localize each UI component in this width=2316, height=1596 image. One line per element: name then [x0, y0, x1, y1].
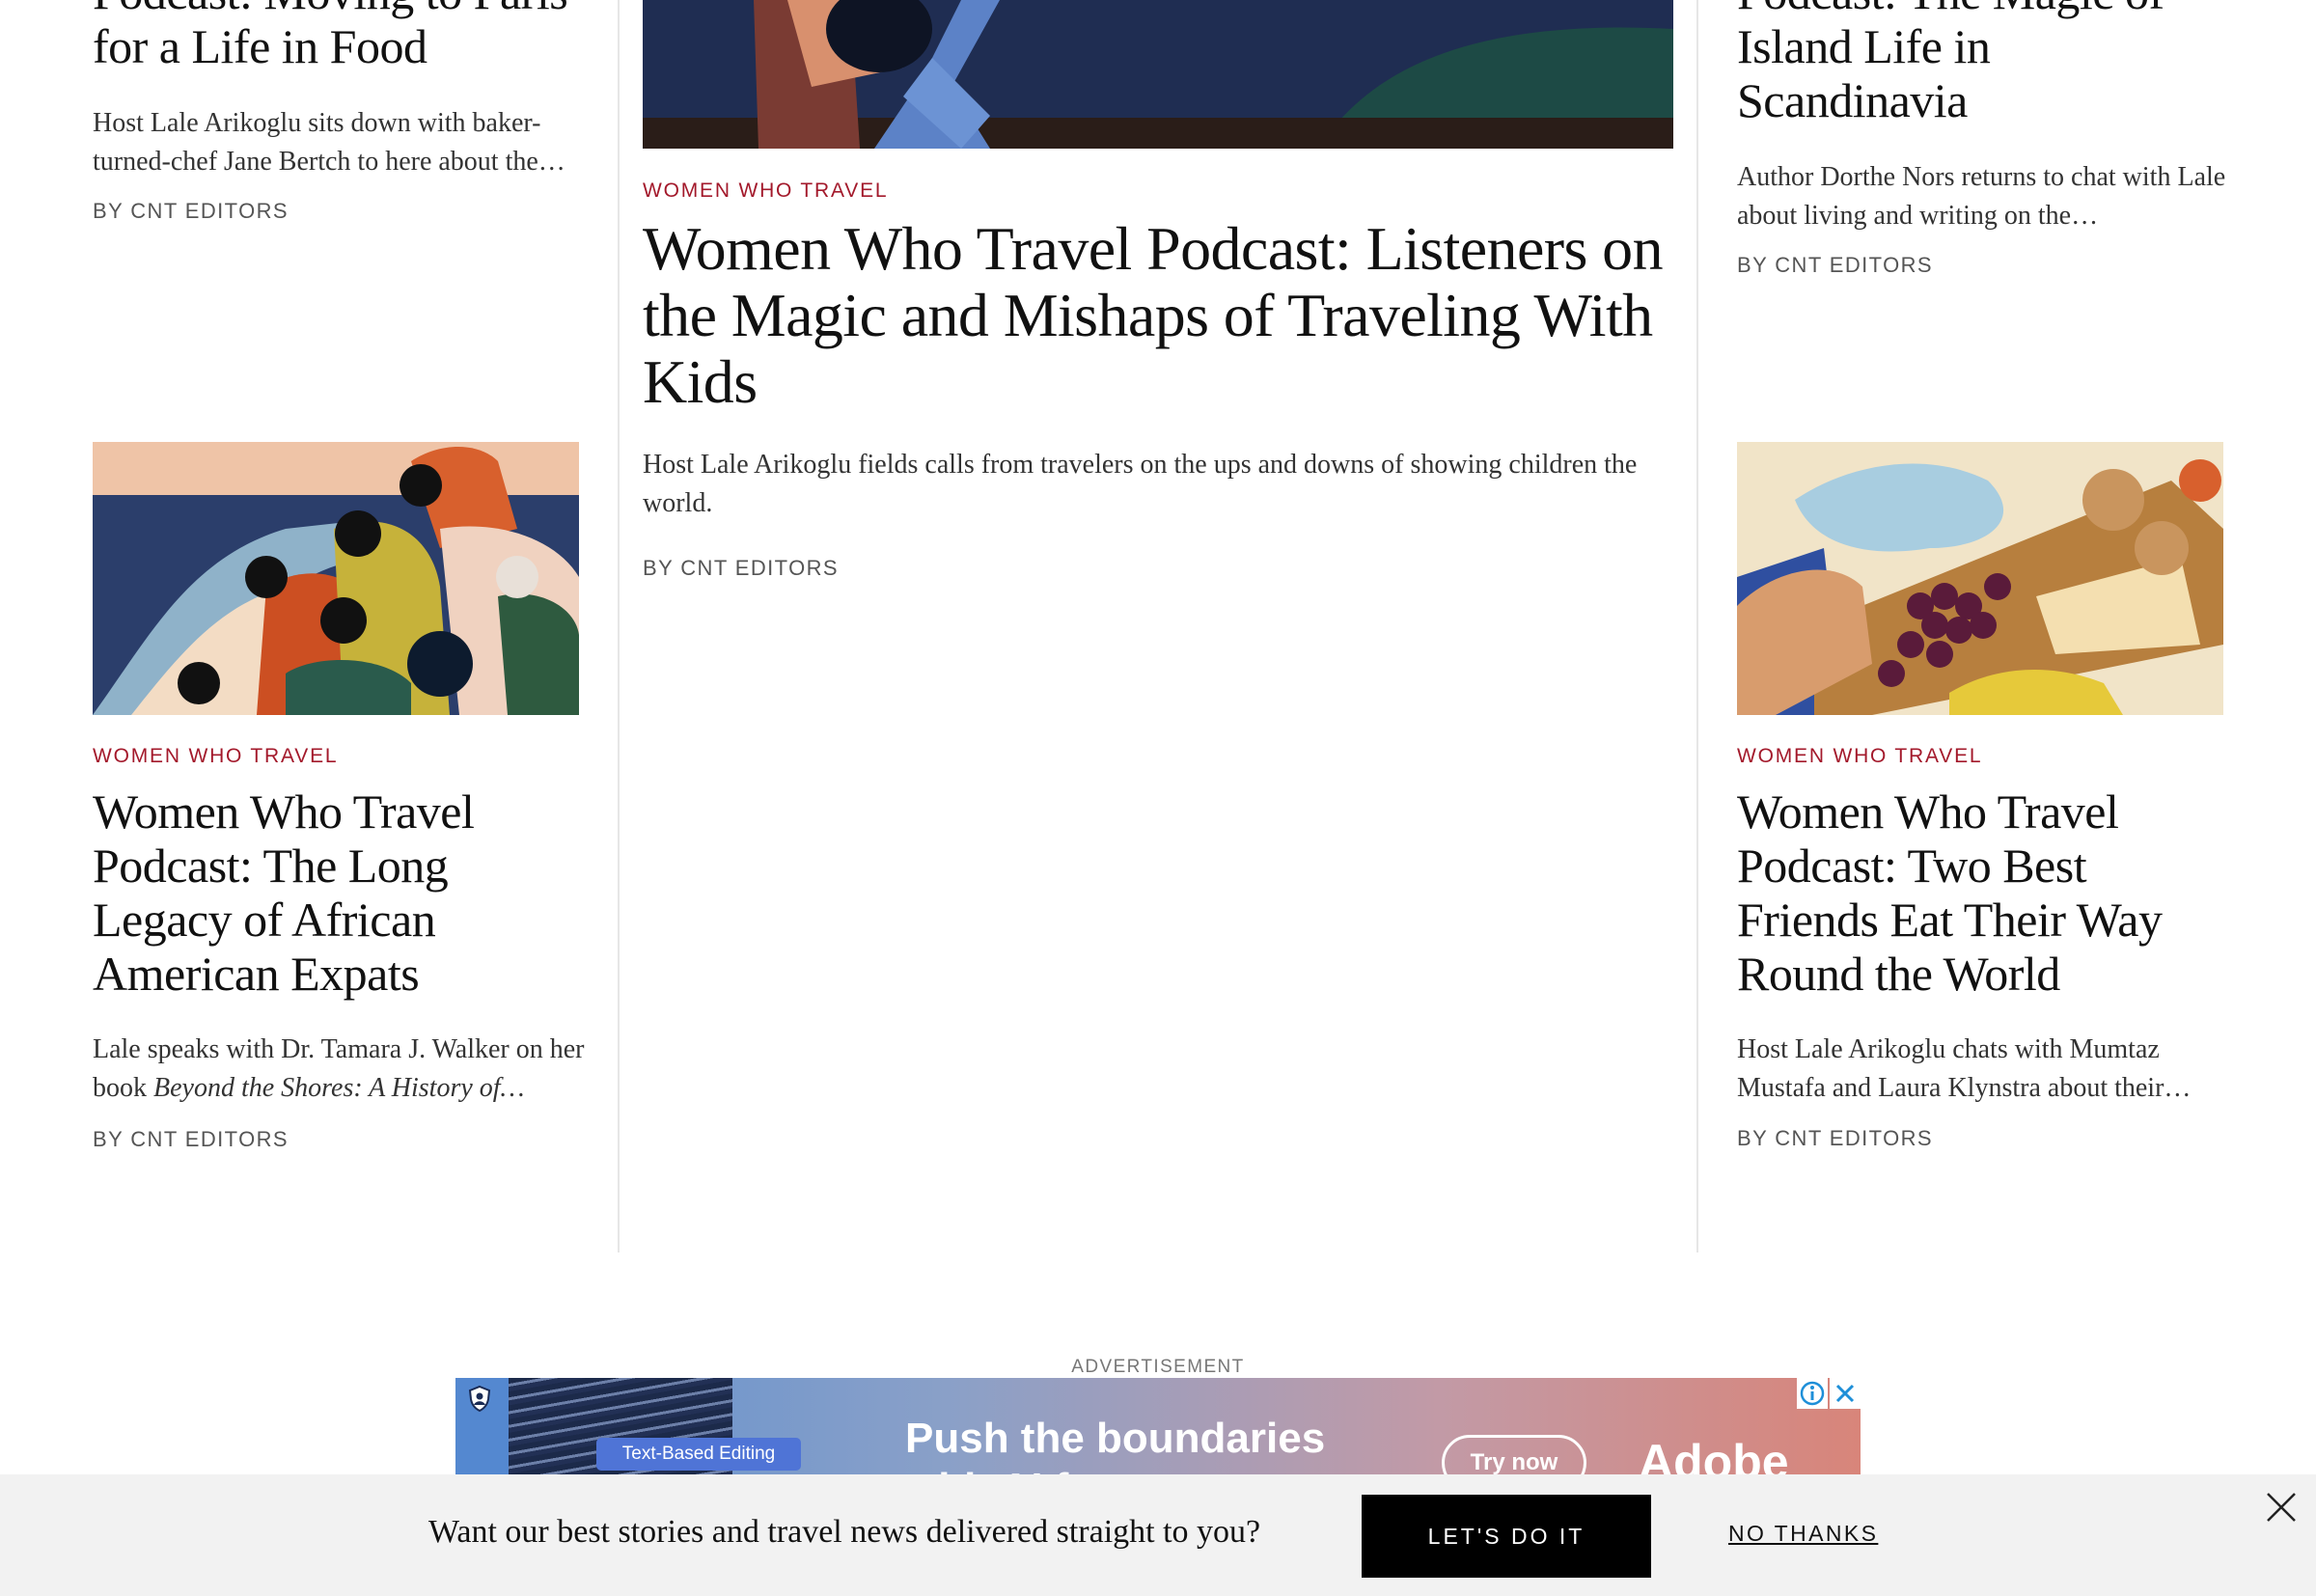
- story-byline: BY CNT EDITORS: [1737, 253, 1933, 277]
- story-rubric[interactable]: WOMEN WHO TRAVEL: [93, 745, 338, 768]
- story-dek: Host Lale Arikoglu chats with Mumtaz Mus…: [1737, 1034, 2192, 1103]
- ad-privacy-icon[interactable]: [455, 1378, 509, 1474]
- close-icon[interactable]: [1830, 1378, 1861, 1409]
- newsletter-accept-button[interactable]: LET'S DO IT: [1362, 1495, 1651, 1578]
- column-divider-left: [618, 0, 620, 1252]
- newsletter-prompt: Want our best stories and travel news de…: [428, 1514, 1261, 1550]
- close-icon[interactable]: [2264, 1490, 2299, 1525]
- story-byline: BY CNT EDITORS: [643, 556, 839, 580]
- story-dek: Lale speaks with Dr. Tamara J. Walker on…: [93, 1031, 585, 1108]
- story-byline: BY CNT EDITORS: [93, 199, 289, 223]
- newsletter-decline-link[interactable]: NO THANKS: [1728, 1521, 1878, 1547]
- ad-cta-button[interactable]: Try now: [1442, 1435, 1586, 1474]
- ad-brand-logo: Adobe: [1639, 1435, 1789, 1474]
- book-title: Beyond the Shores: A History of…: [153, 1073, 525, 1103]
- story-title[interactable]: Podcast: Moving to Paris for a Life in F…: [93, 0, 594, 73]
- story-dek: Author Dorthe Nors returns to chat with …: [1737, 162, 2226, 231]
- story-title[interactable]: Women Who Travel Podcast: Two Best Frien…: [1737, 784, 2229, 1001]
- story-dek: Host Lale Arikoglu sits down with baker-…: [93, 108, 565, 177]
- info-icon[interactable]: [1797, 1378, 1828, 1409]
- ad-headline: Push the boundaries: [905, 1415, 1326, 1462]
- story-rubric[interactable]: WOMEN WHO TRAVEL: [643, 179, 888, 203]
- story-rubric[interactable]: WOMEN WHO TRAVEL: [1737, 745, 1982, 768]
- ad-headline-partial: with AI f: [905, 1465, 1068, 1474]
- story-image[interactable]: [643, 0, 1673, 149]
- story-dek: Host Lale Arikoglu fields calls from tra…: [643, 450, 1638, 518]
- story-title[interactable]: Women Who Travel Podcast: The Long Legac…: [93, 784, 575, 1001]
- advertisement-banner[interactable]: Text-Based Editing Push the boundaries w…: [455, 1378, 1861, 1474]
- story-byline: BY CNT EDITORS: [1737, 1126, 1933, 1150]
- ad-badge: Text-Based Editing: [596, 1438, 801, 1471]
- story-title[interactable]: Podcast: The Magic of Island Life in Sca…: [1737, 0, 2229, 127]
- column-divider-right: [1696, 0, 1698, 1252]
- story-title[interactable]: Women Who Travel Podcast: Listeners on t…: [643, 215, 1675, 415]
- story-image[interactable]: [93, 442, 579, 715]
- story-byline: BY CNT EDITORS: [93, 1127, 289, 1151]
- story-image[interactable]: [1737, 442, 2223, 715]
- advertisement-label: ADVERTISEMENT: [1071, 1357, 1245, 1377]
